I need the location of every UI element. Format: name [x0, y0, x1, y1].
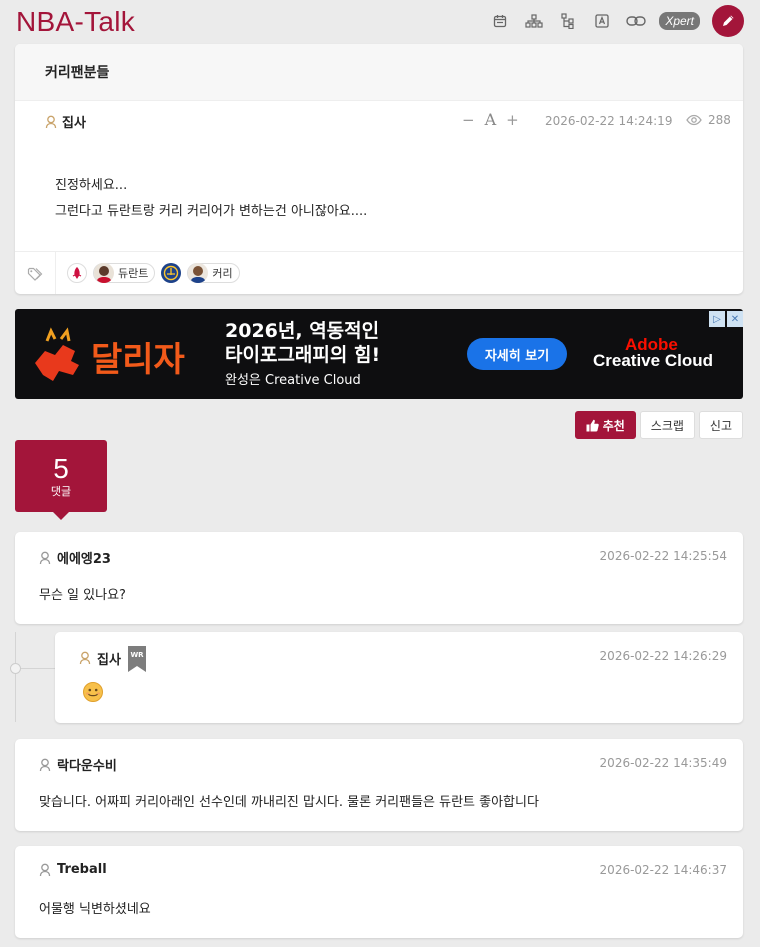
tree-icon[interactable] — [551, 5, 585, 37]
ad-headline-line: 타이포그래피의 힘! — [225, 344, 381, 366]
comment-author-name: 집사 — [97, 652, 121, 668]
ad-art-text: 달리자 — [91, 340, 185, 380]
calendar-icon[interactable] — [483, 5, 517, 37]
ad-brand-product: Creative Cloud — [593, 351, 713, 370]
font-size-controls: − A + — [462, 110, 519, 129]
comment-body: 어물행 닉변하셨네요 — [39, 902, 151, 917]
player-avatar — [94, 263, 114, 283]
recommend-label: 추천 — [602, 418, 625, 433]
font-increase-button[interactable]: + — [506, 111, 519, 129]
user-level-icon — [79, 651, 91, 665]
header-toolbar: Xpert — [483, 5, 744, 37]
pencil-icon — [723, 15, 734, 26]
post-card: 커리팬분들 집사 − A + 2026-02-22 14:24:19 288 진… — [15, 44, 743, 294]
user-level-icon — [39, 551, 51, 564]
report-button[interactable]: 신고 — [698, 411, 743, 439]
reply-item: 집사 WR 2026-02-22 14:26:29 — [55, 632, 743, 723]
view-count: 288 — [686, 113, 731, 127]
ad-headline-line: 2026년, 역동적인 — [225, 320, 380, 342]
comment-date: 2026-02-22 14:26:29 — [599, 649, 727, 663]
post-title: 커리팬분들 — [45, 65, 110, 81]
comment-author[interactable]: Treball — [39, 862, 107, 877]
reply-connector — [15, 632, 16, 722]
reply-connector-dot — [10, 663, 21, 674]
writer-badge: WR — [127, 646, 146, 672]
user-level-icon — [45, 115, 57, 128]
ad-artwork: 달리자 — [27, 323, 217, 385]
warriors-logo[interactable] — [161, 263, 182, 283]
comment-item: 락다운수비 2026-02-22 14:35:49 맞습니다. 어짜피 커리아래… — [15, 739, 743, 831]
tag-bar: 듀란트 커리 — [15, 251, 743, 294]
org-chart-icon[interactable] — [517, 5, 551, 37]
comment-date: 2026-02-22 14:46:37 — [599, 863, 727, 877]
post-author-name: 집사 — [62, 116, 86, 131]
user-level-icon — [39, 758, 51, 771]
post-actions: 추천 스크랩 신고 — [574, 411, 743, 439]
post-author[interactable]: 집사 — [45, 112, 86, 131]
ad-cta-button[interactable]: 자세히 보기 — [467, 338, 567, 370]
post-meta: 집사 − A + 2026-02-22 14:24:19 288 — [15, 101, 743, 139]
post-title-bar: 커리팬분들 — [15, 44, 743, 101]
ad-close-icon[interactable]: ✕ — [727, 311, 743, 327]
comment-author[interactable]: 락다운수비 — [39, 755, 117, 774]
comment-count: 5 — [53, 453, 69, 484]
post-date: 2026-02-22 14:24:19 — [545, 114, 673, 128]
smile-emoji-icon — [82, 681, 104, 707]
tag-player-label: 커리 — [212, 267, 233, 280]
scrap-button[interactable]: 스크랩 — [639, 411, 695, 439]
comment-count-label: 댓글 — [50, 485, 72, 498]
xpert-badge[interactable]: Xpert — [659, 12, 700, 30]
comment-author[interactable]: 에에엥23 — [39, 548, 111, 567]
font-decrease-button[interactable]: − — [462, 111, 475, 129]
tag-player-durant[interactable]: 듀란트 — [93, 263, 156, 283]
comment-item: 에에엥23 2026-02-22 14:25:54 무슨 일 있나요? — [15, 532, 743, 624]
comment-count-badge: 5 댓글 — [15, 440, 107, 520]
site-header: NBA-Talk Xpert — [0, 0, 760, 44]
comment-author[interactable]: 집사 WR — [79, 646, 146, 672]
user-level-icon — [39, 863, 51, 876]
ad-subline: 완성은 Creative Cloud — [225, 373, 361, 388]
comment-author-name: Treball — [57, 862, 107, 877]
recommend-button[interactable]: 추천 — [574, 411, 636, 439]
link-icon[interactable] — [619, 5, 653, 37]
eye-icon — [686, 114, 702, 126]
tag-player-label: 듀란트 — [118, 267, 149, 280]
thumbs-up-icon — [586, 419, 599, 431]
reply-connector-branch — [15, 668, 55, 669]
comment-author-name: 에에엥23 — [57, 552, 111, 567]
post-body-line: 진정하세요... — [55, 178, 128, 193]
tag-icon — [15, 252, 56, 294]
post-body-line: 그런다고 듀란트랑 커리 커리어가 변하는건 아니잖아요.... — [55, 204, 368, 219]
comment-body: 무슨 일 있나요? — [39, 588, 126, 603]
tag-list: 듀란트 커리 — [67, 263, 240, 283]
comment-author-name: 락다운수비 — [57, 759, 117, 774]
write-post-button[interactable] — [712, 5, 744, 37]
font-icon[interactable] — [585, 5, 619, 37]
comment-date: 2026-02-22 14:25:54 — [599, 549, 727, 563]
comment-body: 맞습니다. 어짜피 커리아래인 선수인데 까내리진 맙시다. 물론 커리팬들은 … — [39, 795, 539, 810]
writer-badge-label: WR — [130, 651, 144, 659]
tag-player-curry[interactable]: 커리 — [187, 263, 240, 283]
ad-headline: 2026년, 역동적인 타이포그래피의 힘! — [225, 319, 380, 367]
comment-date: 2026-02-22 14:35:49 — [599, 756, 727, 770]
comment-item: Treball 2026-02-22 14:46:37 어물행 닉변하셨네요 — [15, 846, 743, 938]
post-body: 진정하세요... 그런다고 듀란트랑 커리 커리어가 변하는건 아니잖아요...… — [15, 139, 743, 251]
ad-badges: ▷ ✕ — [709, 311, 743, 327]
site-logo[interactable]: NBA-Talk — [16, 6, 135, 38]
rockets-logo[interactable] — [67, 263, 87, 283]
adchoices-icon[interactable]: ▷ — [709, 311, 725, 327]
view-count-value: 288 — [708, 113, 731, 127]
font-reset-button[interactable]: A — [485, 110, 497, 129]
ad-banner[interactable]: 달리자 2026년, 역동적인 타이포그래피의 힘! 완성은 Creative … — [15, 309, 743, 399]
player-avatar — [188, 263, 209, 283]
